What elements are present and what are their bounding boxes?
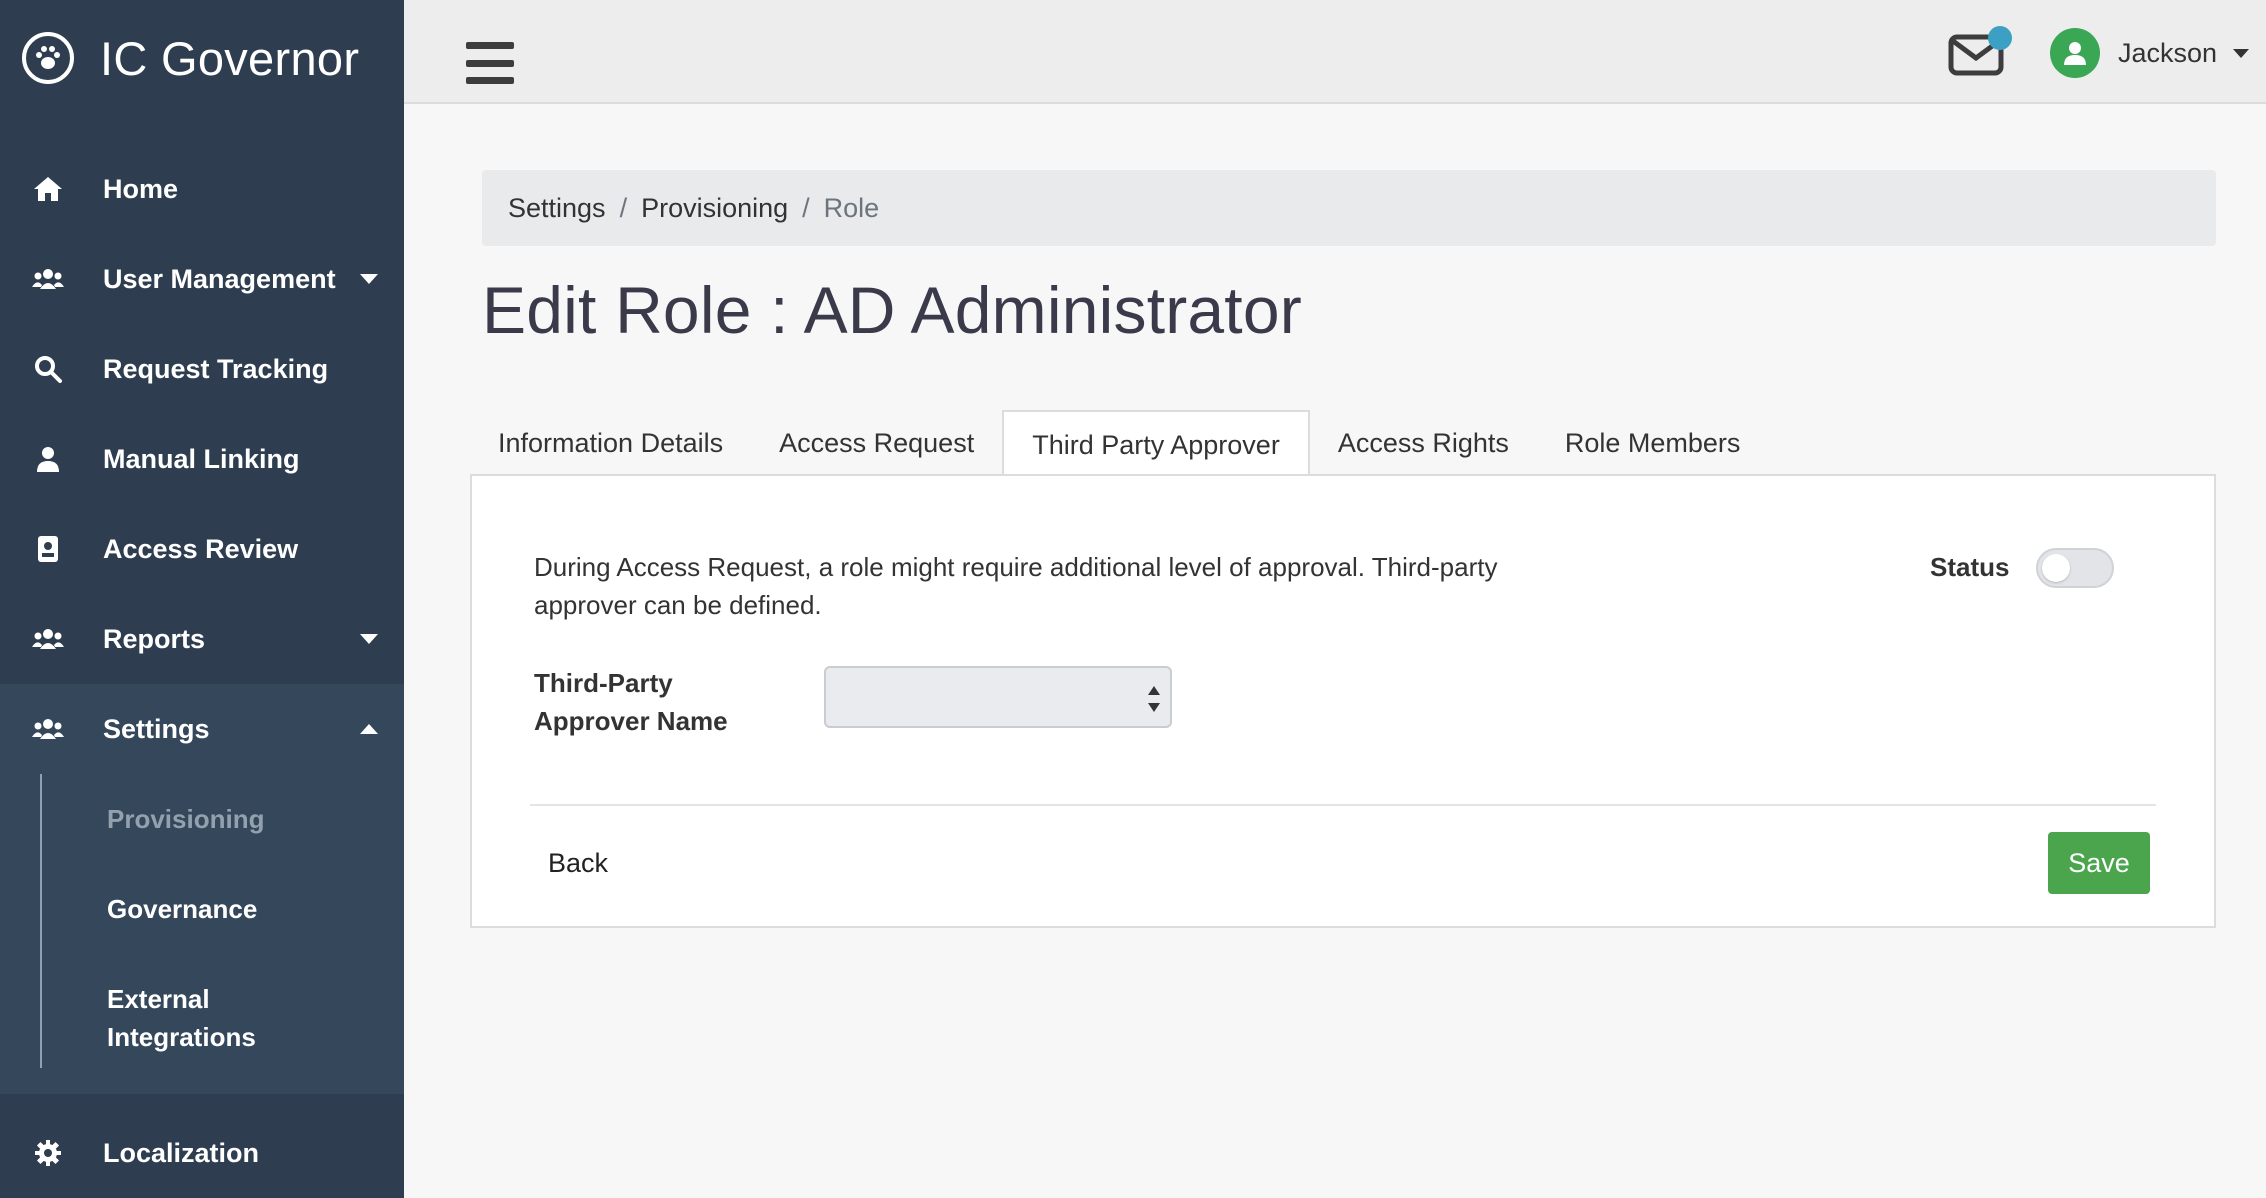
sidebar-item-label: Request Tracking [103,353,329,384]
app-title: IC Governor [100,31,360,85]
sidebar-item-label: Manual Linking [103,443,300,474]
subnav-item-governance[interactable]: Governance [0,864,404,954]
sidebar-item-label: Access Review [103,533,299,564]
toggle-knob [2042,554,2070,582]
tab-access-rights[interactable]: Access Rights [1310,410,1537,476]
users-icon [32,623,64,655]
divider [530,804,2156,806]
status-label: Status [1930,552,2010,582]
tab-bar: Information Details Access Request Third… [470,408,1769,478]
sidebar-item-home[interactable]: Home [0,144,404,234]
home-icon [32,173,64,205]
sidebar-item-manual-linking[interactable]: Manual Linking [0,414,404,504]
avatar [2050,28,2100,78]
sidebar-item-label: Localization [103,1137,260,1168]
search-icon [32,353,64,385]
breadcrumb: Settings / Provisioning / Role [482,170,2216,246]
users-icon [32,263,64,295]
tab-access-request[interactable]: Access Request [751,410,1002,476]
tab-role-members[interactable]: Role Members [1537,410,1769,476]
chevron-down-icon [360,274,378,284]
save-button[interactable]: Save [2048,832,2150,894]
sidebar-item-localization[interactable]: Localization [0,1108,404,1198]
tab-information-details[interactable]: Information Details [470,410,751,476]
breadcrumb-role: Role [823,192,880,223]
select-arrows-icon [1148,686,1160,712]
sidebar: IC Governor Home User Management Request… [0,0,404,1198]
breadcrumb-separator: / [619,192,628,223]
gear-icon [32,1137,64,1169]
users-icon [32,713,64,745]
sidebar-item-user-management[interactable]: User Management [0,234,404,324]
chevron-down-icon [360,634,378,644]
sidebar-item-request-tracking[interactable]: Request Tracking [0,324,404,414]
user-menu[interactable]: Jackson [2050,28,2250,78]
tab-panel-third-party-approver: During Access Request, a role might requ… [470,474,2216,928]
panel-description: During Access Request, a role might requ… [534,552,1498,620]
sidebar-item-label: Reports [103,623,206,654]
subnav-line [40,774,42,1068]
paw-logo-icon [22,32,74,84]
page-title: Edit Role : AD Administrator [482,273,1302,347]
sidebar-item-access-review[interactable]: Access Review [0,504,404,594]
notification-dot [1988,26,2012,50]
status-toggle[interactable] [2036,548,2114,588]
user-name: Jackson [2118,37,2218,68]
settings-subnav: Provisioning Governance External Integra… [0,774,404,1094]
chevron-down-icon [2233,48,2250,58]
chevron-up-icon [360,724,378,734]
subnav-item-external-integrations[interactable]: External Integrations [0,954,300,1076]
brand[interactable]: IC Governor [22,28,359,88]
breadcrumb-separator: / [802,192,810,223]
sidebar-item-label: Settings [103,713,210,744]
approver-name-select[interactable] [824,666,1172,728]
sidebar-item-settings[interactable]: Settings [0,684,404,774]
sidebar-nav: Home User Management Request Tracking Ma… [0,144,404,1094]
settings-group: Settings Provisioning Governance Externa… [0,684,404,1094]
sidebar-item-label: Home [103,173,179,204]
breadcrumb-provisioning[interactable]: Provisioning [641,193,788,224]
user-icon [32,443,64,475]
approver-name-label: Third-Party Approver Name [534,668,728,736]
back-button[interactable]: Back [548,848,608,879]
subnav-item-provisioning[interactable]: Provisioning [0,774,404,864]
topbar: Jackson [404,0,2266,104]
sidebar-item-reports[interactable]: Reports [0,594,404,684]
tab-third-party-approver[interactable]: Third Party Approver [1002,410,1310,478]
hamburger-menu-icon[interactable] [466,42,514,84]
breadcrumb-settings[interactable]: Settings [508,193,606,224]
id-badge-icon [32,533,64,565]
sidebar-item-label: User Management [103,263,336,294]
